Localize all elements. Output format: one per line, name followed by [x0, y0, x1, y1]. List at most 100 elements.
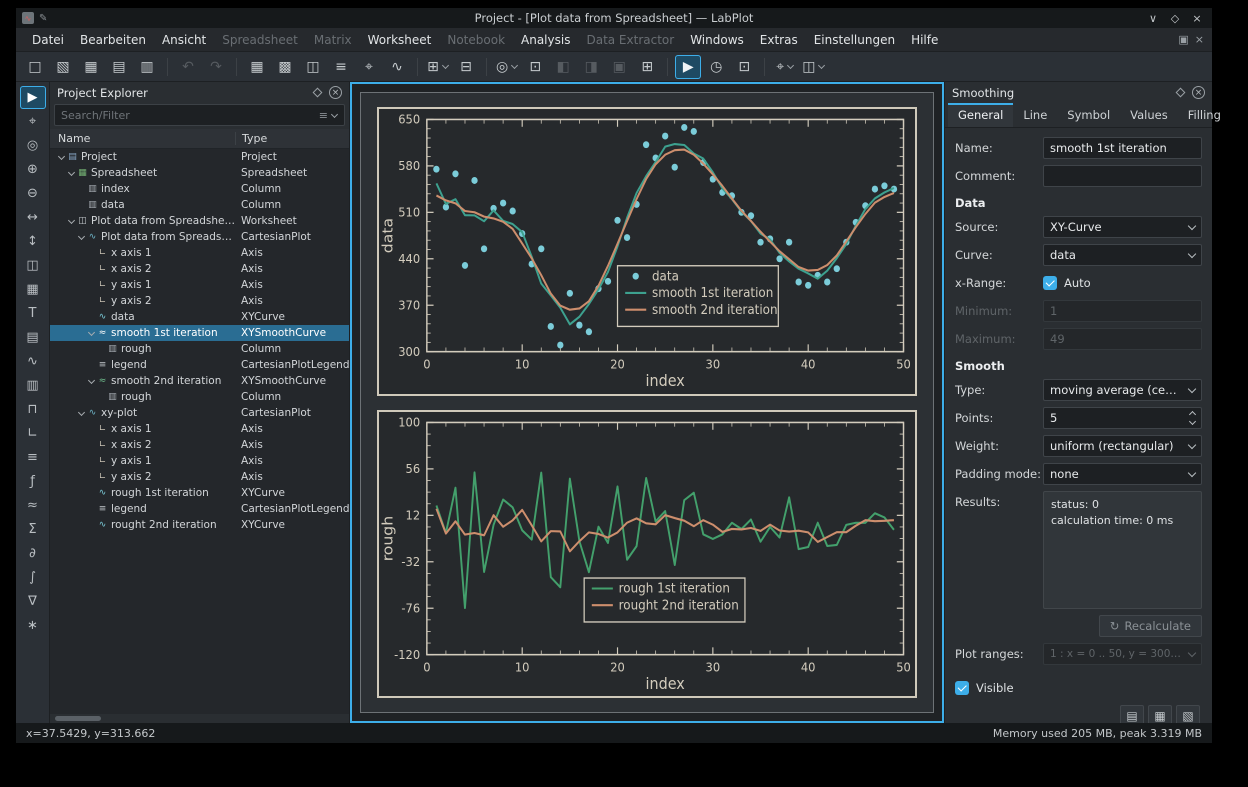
save-project-button[interactable]: ▦: [78, 55, 104, 79]
data-plot-svg[interactable]: 01020304050300370440510580650indexdatada…: [379, 109, 915, 394]
menu-extras[interactable]: Extras: [752, 31, 806, 49]
new-project-button[interactable]: □: [22, 55, 48, 79]
crosshair-button[interactable]: ◷: [703, 55, 729, 79]
tree-header[interactable]: Name Type: [50, 129, 349, 149]
minimize-button[interactable]: ∨: [1144, 10, 1162, 26]
zoom-select-button[interactable]: ⊡: [731, 55, 757, 79]
float-panel-icon[interactable]: [313, 88, 323, 98]
expander-icon[interactable]: [76, 412, 86, 415]
tree-row[interactable]: ∟x axis 2Axis: [50, 437, 349, 453]
add-legend-button[interactable]: ≡: [20, 446, 46, 469]
add-axis-button[interactable]: ∟: [20, 422, 46, 445]
save-configuration-button[interactable]: ▦: [1148, 705, 1172, 723]
add-text-label-button[interactable]: T: [20, 302, 46, 325]
smooth-data-button[interactable]: ≈: [20, 494, 46, 517]
tree-row[interactable]: ∿Plot data from SpreadsheetCartesianPlot: [50, 229, 349, 245]
tree-row[interactable]: ∟y axis 2Axis: [50, 469, 349, 485]
points-spinbox[interactable]: 5: [1043, 407, 1202, 429]
tree-row[interactable]: ∟x axis 2Axis: [50, 261, 349, 277]
add-xy-curve-button[interactable]: ∿: [20, 350, 46, 373]
tree-row[interactable]: ∟x axis 1Axis: [50, 421, 349, 437]
plot-data-from-spreadsheet[interactable]: 01020304050300370440510580650indexdatada…: [377, 107, 917, 396]
close-panel-icon[interactable]: ×: [329, 86, 342, 99]
tree-row[interactable]: ▥indexColumn: [50, 181, 349, 197]
tree-row[interactable]: ▥roughColumn: [50, 341, 349, 357]
add-boxplot-button[interactable]: ⊓: [20, 398, 46, 421]
menu-datei[interactable]: Datei: [24, 31, 72, 49]
select-tool-button[interactable]: ▶: [20, 86, 46, 109]
crosshair-tool-button[interactable]: ⌖: [20, 110, 46, 133]
new-spreadsheet-button[interactable]: ▦: [244, 55, 270, 79]
expander-icon[interactable]: [86, 380, 96, 383]
save-default-button[interactable]: ▧: [1176, 705, 1200, 723]
tree-row[interactable]: ∿xy-plotCartesianPlot: [50, 405, 349, 421]
new-plot-button[interactable]: ∿: [384, 55, 410, 79]
padding-mode-combo[interactable]: none: [1043, 463, 1202, 485]
tab-general[interactable]: General: [948, 103, 1013, 127]
menu-bearbeiten[interactable]: Bearbeiten: [72, 31, 154, 49]
shift-x-tool-button[interactable]: ↔: [20, 206, 46, 229]
zoom-select-tool-button[interactable]: ◎: [20, 134, 46, 157]
tree-row[interactable]: ∿dataXYCurve: [50, 309, 349, 325]
magnification-button[interactable]: ⌖: [772, 55, 798, 79]
expander-icon[interactable]: [86, 332, 96, 335]
name-column-header[interactable]: Name: [58, 132, 235, 145]
scrollbar-thumb[interactable]: [55, 716, 101, 721]
type-combo[interactable]: moving average (central): [1043, 379, 1202, 401]
fourier-filter-button[interactable]: Σ: [20, 518, 46, 541]
print-button[interactable]: ▤: [106, 55, 132, 79]
auto-checkbox[interactable]: [1043, 276, 1057, 290]
import-button[interactable]: ⊞: [425, 55, 451, 79]
visible-checkbox[interactable]: [955, 681, 969, 695]
new-notebook-button[interactable]: ≡: [328, 55, 354, 79]
add-image-button[interactable]: ▤: [20, 326, 46, 349]
tab-values[interactable]: Values: [1120, 103, 1178, 127]
print-preview-button[interactable]: ▥: [134, 55, 160, 79]
load-configuration-button[interactable]: ▤: [1120, 705, 1144, 723]
add-plot-button[interactable]: ◫: [20, 254, 46, 277]
search-filter-box[interactable]: ≡: [54, 104, 345, 126]
search-input[interactable]: [61, 109, 319, 122]
source-combo[interactable]: XY-Curve: [1043, 216, 1202, 238]
menu-windows[interactable]: Windows: [682, 31, 752, 49]
recalculate-button[interactable]: ↻ Recalculate: [1099, 615, 1202, 637]
tab-line[interactable]: Line: [1013, 103, 1057, 127]
type-column-header[interactable]: Type: [235, 132, 349, 145]
tab-filling[interactable]: Filling: [1178, 103, 1231, 127]
rough-plot-svg[interactable]: 01020304050-120-76-321256100indexroughro…: [379, 412, 915, 697]
tree-row[interactable]: ≈smooth 1st iterationXYSmoothCurve: [50, 325, 349, 341]
float-dock-icon[interactable]: [1176, 88, 1186, 98]
export-button[interactable]: ⊟: [453, 55, 479, 79]
interpolate-button[interactable]: ∇: [20, 590, 46, 613]
tree-row[interactable]: ▥roughColumn: [50, 389, 349, 405]
maximize-button[interactable]: ◇: [1166, 10, 1184, 26]
tree-row[interactable]: ∟y axis 1Axis: [50, 277, 349, 293]
presenter-mode-button[interactable]: ◫: [800, 55, 827, 79]
child-close-icon[interactable]: ×: [1195, 33, 1204, 46]
menu-hilfe[interactable]: Hilfe: [903, 31, 946, 49]
tree-row[interactable]: ∿rought 2nd iterationXYCurve: [50, 517, 349, 533]
tree-row[interactable]: ≡legendCartesianPlotLegend: [50, 501, 349, 517]
tree-row[interactable]: ∟x axis 1Axis: [50, 245, 349, 261]
menu-einstellungen[interactable]: Einstellungen: [806, 31, 903, 49]
new-worksheet-button[interactable]: ◫: [300, 55, 326, 79]
expander-icon[interactable]: [66, 220, 76, 223]
menu-worksheet[interactable]: Worksheet: [360, 31, 440, 49]
zoom-mode-button[interactable]: ◎: [494, 55, 520, 79]
xy-plot[interactable]: 01020304050-120-76-321256100indexroughro…: [377, 410, 917, 699]
expander-icon[interactable]: [66, 172, 76, 175]
tab-symbol[interactable]: Symbol: [1057, 103, 1120, 127]
filter-options-icon[interactable]: ≡: [319, 109, 338, 122]
tree-row[interactable]: ▤ProjectProject: [50, 149, 349, 165]
fit-function-button[interactable]: ƒ: [20, 470, 46, 493]
weight-combo[interactable]: uniform (rectangular): [1043, 435, 1202, 457]
comment-input[interactable]: [1043, 165, 1202, 187]
tree-row[interactable]: ∿rough 1st iterationXYCurve: [50, 485, 349, 501]
integrate-button[interactable]: ∫: [20, 566, 46, 589]
fullscreen-button[interactable]: ⊞: [634, 55, 660, 79]
menu-ansicht[interactable]: Ansicht: [154, 31, 214, 49]
zoom-in-tool-button[interactable]: ⊕: [20, 158, 46, 181]
tree-row[interactable]: ▥dataColumn: [50, 197, 349, 213]
pin-icon[interactable]: ✎: [39, 13, 47, 24]
new-datapicker-button[interactable]: ⌖: [356, 55, 382, 79]
